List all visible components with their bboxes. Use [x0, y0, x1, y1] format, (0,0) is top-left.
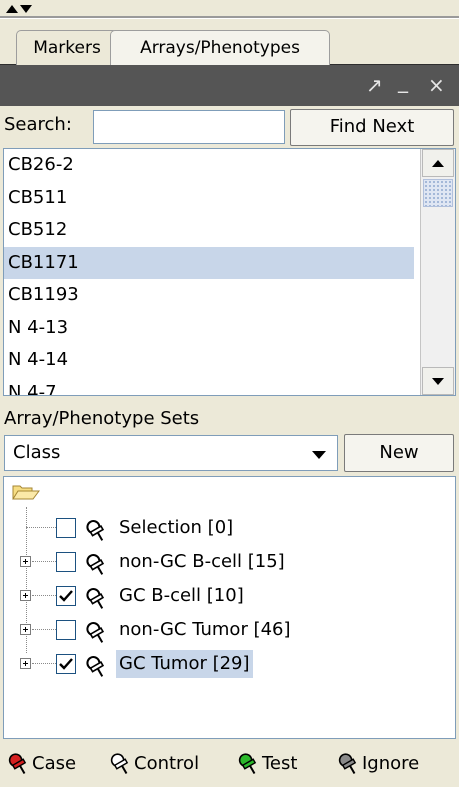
pushpin-icon — [86, 656, 105, 677]
expand-icon[interactable] — [20, 624, 31, 635]
legend-case-label: Case — [32, 753, 77, 774]
pushpin-icon — [86, 520, 105, 541]
pushpin-red-icon — [8, 753, 27, 775]
checkbox-checked[interactable] — [56, 654, 76, 674]
tree-item[interactable]: non-GC Tumor [46] — [4, 613, 444, 647]
find-next-button[interactable]: Find Next — [290, 109, 454, 146]
list-item[interactable]: CB512 — [4, 214, 414, 247]
tab-markers[interactable]: Markers — [16, 30, 118, 65]
list-item[interactable]: N 4-14 — [4, 344, 414, 377]
legend-control-label: Control — [134, 753, 200, 774]
pushpin-gray-icon — [338, 753, 357, 775]
scroll-down-button[interactable] — [422, 367, 454, 395]
close-icon[interactable]: × — [428, 73, 445, 97]
list-item[interactable]: N 4-13 — [4, 312, 414, 345]
search-row: Search: Find Next — [0, 106, 459, 148]
vertical-scrollbar[interactable] — [420, 149, 455, 395]
legend-ignore[interactable]: Ignore — [336, 749, 454, 779]
list-item[interactable]: N 4-7 — [4, 377, 414, 396]
undock-icon[interactable]: ↗ — [366, 73, 383, 97]
list-item-selected[interactable]: CB1171 — [4, 246, 414, 279]
tree-item[interactable]: GC Tumor [29] — [4, 647, 444, 681]
tree-item[interactable]: GC B-cell [10] — [4, 579, 444, 613]
list-item[interactable]: CB26-2 — [4, 149, 414, 182]
legend-control[interactable]: Control — [108, 749, 224, 779]
array-list: CB26-2 CB511 CB512 CB1171 CB1193 N 4-13 … — [3, 148, 456, 396]
legend: Case Control Test Ignore — [0, 741, 459, 787]
expand-icon[interactable] — [20, 658, 31, 669]
chevron-down-icon — [312, 451, 326, 459]
arrow-up-icon — [432, 160, 444, 167]
sets-tree: Selection [0] non-GC B-cell [15] GC B-ce… — [3, 476, 456, 739]
checkmark-icon — [59, 590, 73, 602]
tree-item-label: GC B-cell [10] — [119, 585, 244, 606]
collapse-arrows-icon[interactable] — [6, 2, 36, 14]
tree-item-label: non-GC B-cell [15] — [119, 551, 285, 572]
scroll-up-button[interactable] — [422, 149, 454, 177]
legend-test[interactable]: Test — [236, 749, 326, 779]
legend-ignore-label: Ignore — [362, 753, 420, 774]
tree-item[interactable]: non-GC B-cell [15] — [4, 545, 444, 579]
checkbox[interactable] — [56, 620, 76, 640]
collapse-bar — [0, 0, 459, 16]
checkbox-checked[interactable] — [56, 586, 76, 606]
tree-item-label: Selection [0] — [119, 517, 234, 538]
checkbox[interactable] — [56, 518, 76, 538]
checkmark-icon — [59, 658, 73, 670]
panel-titlebar: ↗ _ × — [0, 64, 459, 106]
tab-arrays-phenotypes[interactable]: Arrays/Phenotypes — [110, 30, 330, 65]
legend-test-label: Test — [262, 753, 298, 774]
minimize-icon[interactable]: _ — [398, 69, 408, 93]
scroll-thumb[interactable] — [423, 179, 453, 207]
sets-header: Array/Phenotype Sets — [4, 408, 200, 429]
class-dropdown-value: Class — [13, 442, 61, 463]
list-item[interactable]: CB511 — [4, 182, 414, 215]
pushpin-icon — [86, 588, 105, 609]
pushpin-icon — [86, 622, 105, 643]
divider — [0, 16, 459, 19]
new-set-button[interactable]: New — [344, 434, 454, 472]
search-label: Search: — [4, 114, 72, 135]
checkbox[interactable] — [56, 552, 76, 572]
pushpin-green-icon — [238, 753, 257, 775]
tree-item[interactable]: Selection [0] — [4, 511, 444, 545]
pushpin-icon — [86, 554, 105, 575]
search-input[interactable] — [93, 110, 285, 144]
tree-item-label-selected: GC Tumor [29] — [116, 650, 253, 678]
class-dropdown[interactable]: Class — [4, 435, 338, 471]
tree-item-label: non-GC Tumor [46] — [119, 619, 291, 640]
legend-case[interactable]: Case — [6, 749, 102, 779]
expand-icon[interactable] — [20, 556, 31, 567]
expand-icon[interactable] — [20, 590, 31, 601]
open-folder-icon — [12, 485, 40, 500]
arrow-down-icon — [432, 378, 444, 385]
list-item[interactable]: CB1193 — [4, 279, 414, 312]
pushpin-white-icon — [110, 753, 129, 775]
